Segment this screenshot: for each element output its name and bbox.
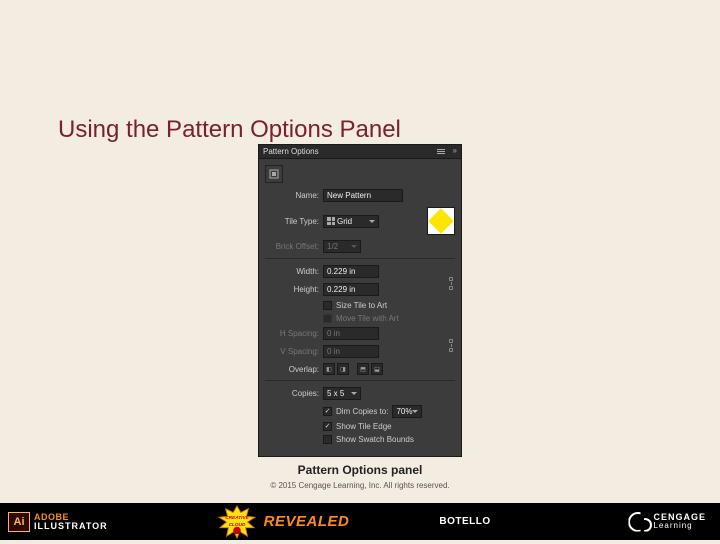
brand-bottom: Learning bbox=[653, 522, 706, 530]
copies-label: Copies: bbox=[265, 389, 319, 398]
pattern-preview-swatch bbox=[427, 207, 455, 235]
dim-copies-label: Dim Copies to: bbox=[336, 407, 388, 416]
grid-icon bbox=[327, 217, 335, 225]
overlap-label: Overlap: bbox=[265, 365, 319, 374]
svg-text:CREATIVE: CREATIVE bbox=[225, 515, 249, 521]
copyright-text: © 2015 Cengage Learning, Inc. All rights… bbox=[258, 481, 462, 490]
move-tile-label: Move Tile with Art bbox=[336, 314, 399, 323]
name-input[interactable]: New Pattern bbox=[323, 189, 403, 202]
dim-copies-checkbox[interactable] bbox=[323, 407, 332, 416]
brick-offset-label: Brick Offset: bbox=[265, 242, 319, 251]
show-tile-edge-checkbox[interactable] bbox=[323, 422, 332, 431]
separator-icon bbox=[265, 258, 455, 259]
v-spacing-label: V Spacing: bbox=[265, 347, 319, 356]
overlap-top-icon[interactable]: ⬒ bbox=[357, 363, 369, 375]
v-spacing-input: 0 in bbox=[323, 345, 379, 358]
diamond-swatch-icon bbox=[428, 208, 453, 233]
separator-icon bbox=[265, 380, 455, 381]
width-label: Width: bbox=[265, 267, 319, 276]
panel-collapse-icon[interactable]: » bbox=[453, 146, 457, 156]
cengage-logo: CENGAGE Learning bbox=[628, 512, 720, 532]
move-tile-checkbox bbox=[323, 314, 332, 323]
width-input[interactable]: 0.229 in bbox=[323, 265, 379, 278]
h-spacing-label: H Spacing: bbox=[265, 329, 319, 338]
size-tile-label: Size Tile to Art bbox=[336, 301, 387, 310]
revealed-text: REVEALED bbox=[264, 513, 350, 530]
overlap-bottom-icon[interactable]: ⬓ bbox=[371, 363, 383, 375]
copies-dropdown[interactable]: 5 x 5 bbox=[323, 387, 361, 400]
pattern-tile-tool-icon[interactable] bbox=[265, 165, 283, 183]
show-swatch-bounds-label: Show Swatch Bounds bbox=[336, 435, 414, 444]
tile-type-label: Tile Type: bbox=[265, 217, 319, 226]
show-tile-edge-label: Show Tile Edge bbox=[336, 422, 392, 431]
height-label: Height: bbox=[265, 285, 319, 294]
overlap-right-icon[interactable]: ◨ bbox=[337, 363, 349, 375]
size-tile-checkbox[interactable] bbox=[323, 301, 332, 310]
footer-bar: Ai ADOBE ILLUSTRATOR CREATIVE CLOUD REVE… bbox=[0, 503, 720, 540]
height-input[interactable]: 0.229 in bbox=[323, 283, 379, 296]
overlap-left-icon[interactable]: ◧ bbox=[323, 363, 335, 375]
brick-offset-dropdown: 1/2 bbox=[323, 240, 361, 253]
author-name: BOTELLO bbox=[439, 516, 490, 527]
panel-title: Pattern Options bbox=[263, 147, 319, 156]
pattern-options-panel: Pattern Options » Name: New Pattern Tile… bbox=[258, 144, 462, 457]
figure-caption: Pattern Options panel bbox=[258, 463, 462, 477]
cengage-icon bbox=[628, 512, 648, 532]
link-dimensions-icon[interactable] bbox=[447, 277, 455, 290]
illustrator-logo: Ai ADOBE ILLUSTRATOR bbox=[0, 512, 108, 532]
creative-cloud-burst-icon: CREATIVE CLOUD bbox=[218, 505, 256, 539]
slide-title: Using the Pattern Options Panel bbox=[58, 116, 401, 144]
name-label: Name: bbox=[265, 191, 319, 200]
panel-flyout-menu-icon[interactable] bbox=[437, 147, 445, 155]
dim-copies-dropdown[interactable]: 70% bbox=[392, 405, 422, 418]
h-spacing-input: 0 in bbox=[323, 327, 379, 340]
ai-mark-icon: Ai bbox=[8, 512, 30, 532]
link-spacing-icon bbox=[447, 339, 455, 352]
product-name-bottom: ILLUSTRATOR bbox=[34, 522, 108, 531]
panel-header[interactable]: Pattern Options » bbox=[259, 145, 461, 159]
show-swatch-bounds-checkbox[interactable] bbox=[323, 435, 332, 444]
tile-type-dropdown[interactable]: Grid bbox=[323, 215, 379, 228]
